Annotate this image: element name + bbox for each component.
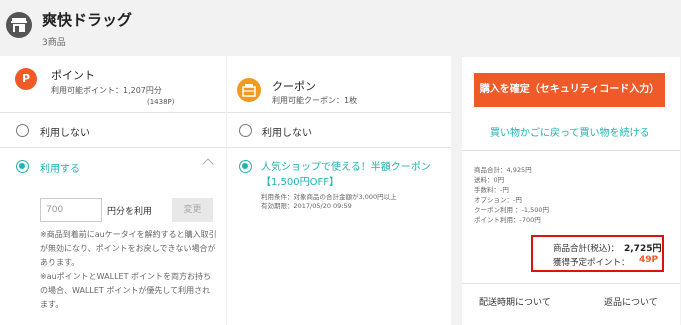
coupon-radio-offer[interactable] xyxy=(239,160,252,173)
earned-points-value: 49P xyxy=(639,255,659,265)
point-note-cancellation: ※商品到着前にauケータイを解約すると購入取引が無効になり、ポイントをお戻しでき… xyxy=(40,230,217,267)
earned-points-label: 獲得予定ポイント： xyxy=(553,258,630,268)
point-available-sub: (1438P) xyxy=(147,98,175,106)
store-name[interactable]: 爽快ドラッグ xyxy=(42,9,132,30)
divider xyxy=(227,112,451,113)
point-option-none-label[interactable]: 利用しない xyxy=(40,124,90,139)
store-item-count: 3商品 xyxy=(42,38,66,48)
point-option-use-label[interactable]: 利用する xyxy=(40,160,80,175)
store-icon xyxy=(6,12,32,38)
change-button[interactable]: 変更 xyxy=(172,198,213,222)
fee-points: ポイント利用：-700円 xyxy=(474,216,541,224)
fee-coupon: クーポン利用 ：-1,500円 xyxy=(474,206,550,214)
point-note-wallet: ※auポイントとWALLET ポイントを両方お持ちの場合、WALLET ポイント… xyxy=(40,272,212,309)
coupon-offer-label[interactable]: 人気ショップで使える！半額クーポン【1,500円OFF】 xyxy=(261,160,441,190)
store-header: 爽快ドラッグ 3商品 xyxy=(0,0,681,56)
fee-handling: 手数料：-円 xyxy=(474,186,509,194)
divider xyxy=(462,283,680,284)
coupon-available: 利用可能クーポン：1枚 xyxy=(272,96,358,105)
coupon-title: クーポン xyxy=(272,80,316,93)
coupon-expiry-text: 有効期限：2017/05/20 09:59 xyxy=(261,202,352,210)
divider xyxy=(0,147,226,148)
point-title: ポイント xyxy=(51,69,95,82)
coupon-icon xyxy=(237,78,261,102)
divider xyxy=(462,150,680,151)
back-to-cart-link[interactable]: 買い物かごに戻って買い物を続ける xyxy=(490,124,650,139)
divider xyxy=(0,112,226,113)
point-icon: P xyxy=(15,68,37,90)
fee-options: オプション：-円 xyxy=(474,196,522,204)
coupon-radio-none[interactable] xyxy=(239,124,252,137)
delivery-timing-link[interactable]: 配送時期について xyxy=(479,295,551,308)
point-radio-use[interactable] xyxy=(16,160,29,173)
coupon-condition-text: 利用条件：対象商品の合計金額が3,000円以上 xyxy=(261,193,397,201)
fee-subtotal: 商品合計：4,925円 xyxy=(474,166,532,174)
point-available: 利用可能ポイント：1,207円分 xyxy=(51,86,162,95)
returns-link[interactable]: 返品について xyxy=(604,295,658,308)
fee-breakdown: 商品合計：4,925円 送料：0円 手数料：-円 オプション：-円 クーポン利用… xyxy=(474,165,549,225)
point-use-label: 円分を利用 xyxy=(107,207,153,217)
coupon-option-none-label[interactable]: 利用しない xyxy=(262,124,312,139)
divider xyxy=(227,147,451,148)
total-label: 商品合計(税込)： xyxy=(553,244,620,254)
coupon-condition: 利用条件：対象商品の合計金額が3,000円以上 有効期限：2017/05/20 … xyxy=(261,193,397,211)
point-radio-none[interactable] xyxy=(16,124,29,137)
point-amount-input[interactable]: 700 xyxy=(40,198,102,222)
total-value: 2,725円 xyxy=(624,244,662,254)
confirm-purchase-button[interactable]: 購入を確定（セキュリティコード入力） xyxy=(474,73,665,107)
fee-shipping: 送料：0円 xyxy=(474,176,505,184)
